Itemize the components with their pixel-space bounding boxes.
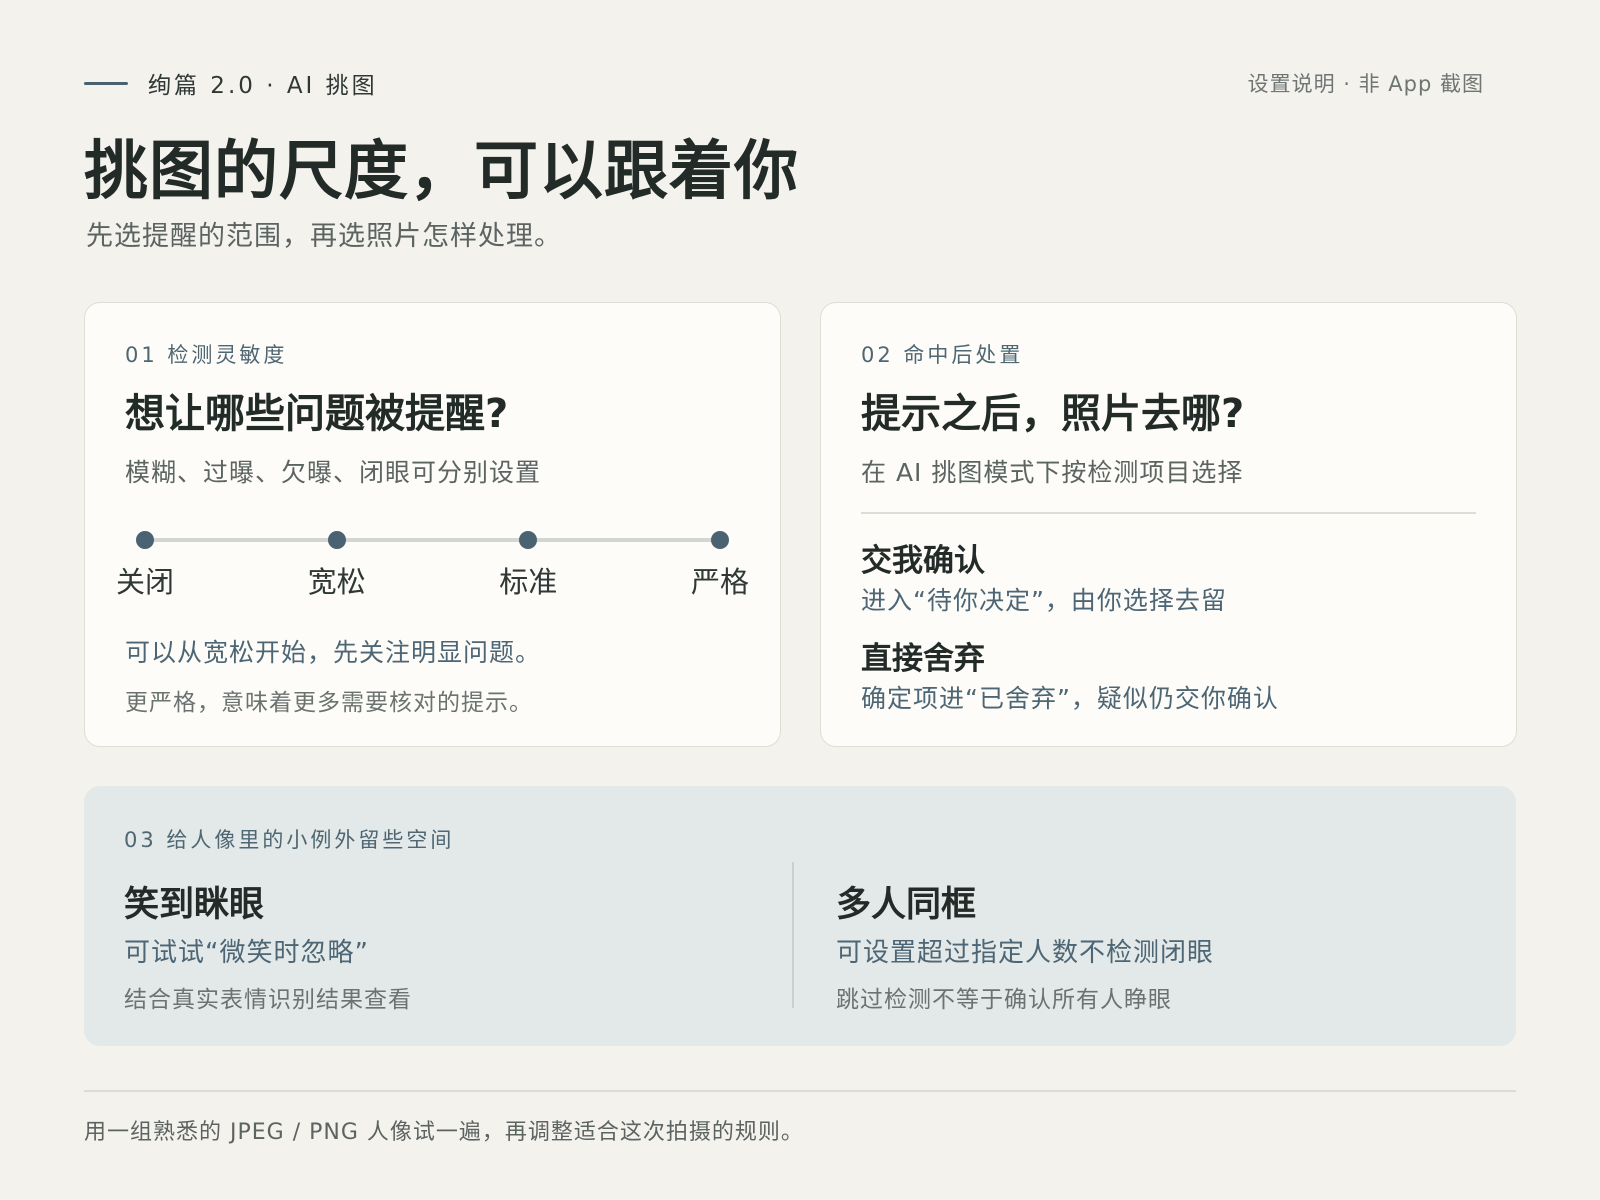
handling-card: 02 命中后处置 提示之后，照片去哪? 在 AI 挑图模式下按检测项目选择 交我… bbox=[820, 302, 1517, 747]
exceptions-kicker: 03 给人像里的小例外留些空间 bbox=[124, 828, 455, 852]
exception-group-description: 可设置超过指定人数不检测闭眼 bbox=[836, 938, 1215, 968]
slider-track[interactable] bbox=[145, 538, 720, 542]
handling-kicker: 02 命中后处置 bbox=[861, 343, 1024, 367]
page-title: 挑图的尺度，可以跟着你 bbox=[84, 135, 799, 209]
slider-dot[interactable] bbox=[327, 531, 346, 549]
handling-divider bbox=[861, 512, 1476, 514]
doc-note: 设置说明 · 非 App 截图 bbox=[1247, 72, 1484, 96]
sensitivity-description: 模糊、过曝、欠曝、闭眼可分别设置 bbox=[125, 458, 542, 487]
footer-divider bbox=[84, 1090, 1516, 1092]
sensitivity-title: 想让哪些问题被提醒? bbox=[125, 391, 509, 437]
sensitivity-slider[interactable]: 关闭 宽松 标准 严格 bbox=[116, 531, 749, 601]
footer-note: 用一组熟悉的 JPEG / PNG 人像试一遍，再调整适合这次拍摄的规则。 bbox=[84, 1120, 804, 1145]
slider-stop-standard[interactable]: 标准 bbox=[488, 531, 568, 601]
slider-stop-off[interactable]: 关闭 bbox=[105, 531, 185, 601]
option-confirm-title[interactable]: 交我确认 bbox=[861, 535, 985, 580]
eyebrow-rule bbox=[84, 81, 128, 85]
exception-smile-description: 可试试“微笑时忽略” bbox=[124, 938, 369, 968]
option-confirm-description: 进入“待你决定”，由你选择去留 bbox=[861, 586, 1227, 615]
exceptions-panel: 03 给人像里的小例外留些空间 笑到眯眼 可试试“微笑时忽略” 结合真实表情识别… bbox=[84, 786, 1516, 1046]
sensitivity-caveat: 更严格，意味着更多需要核对的提示。 bbox=[125, 690, 533, 716]
slider-stop-label: 严格 bbox=[690, 565, 749, 599]
slider-dot[interactable] bbox=[519, 531, 538, 549]
sensitivity-tip: 可以从宽松开始，先关注明显问题。 bbox=[125, 638, 542, 667]
page-subtitle: 先选提醒的范围，再选照片怎样处理。 bbox=[86, 221, 562, 252]
handling-description: 在 AI 挑图模式下按检测项目选择 bbox=[861, 458, 1244, 487]
handling-title: 提示之后，照片去哪? bbox=[861, 391, 1245, 437]
slider-stop-label: 标准 bbox=[499, 565, 558, 599]
slider-dot[interactable] bbox=[711, 531, 729, 549]
exception-smile-note: 结合真实表情识别结果查看 bbox=[124, 987, 412, 1013]
eyebrow: 绚篇 2.0 · AI 挑图 bbox=[84, 66, 378, 100]
slider-stop-label: 关闭 bbox=[115, 565, 174, 599]
sensitivity-card: 01 检测灵敏度 想让哪些问题被提醒? 模糊、过曝、欠曝、闭眼可分别设置 关闭 … bbox=[84, 302, 781, 747]
exception-group-note: 跳过检测不等于确认所有人睁眼 bbox=[836, 987, 1172, 1013]
exceptions-separator bbox=[792, 862, 794, 1008]
exception-smile-title: 笑到眯眼 bbox=[124, 885, 265, 925]
settings-guide-page: 绚篇 2.0 · AI 挑图 设置说明 · 非 App 截图 挑图的尺度，可以跟… bbox=[0, 0, 1600, 1200]
sensitivity-kicker: 01 检测灵敏度 bbox=[125, 343, 288, 367]
exception-group-title: 多人同框 bbox=[836, 885, 977, 925]
option-discard-description: 确定项进“已舍弃”，疑似仍交你确认 bbox=[861, 684, 1279, 713]
slider-dot[interactable] bbox=[136, 531, 154, 549]
option-discard-title[interactable]: 直接舍弃 bbox=[861, 633, 985, 678]
slider-stop-strict[interactable]: 严格 bbox=[680, 531, 760, 601]
slider-stop-label: 宽松 bbox=[307, 565, 366, 599]
eyebrow-text: 绚篇 2.0 · AI 挑图 bbox=[148, 73, 378, 99]
slider-stop-loose[interactable]: 宽松 bbox=[297, 531, 377, 601]
